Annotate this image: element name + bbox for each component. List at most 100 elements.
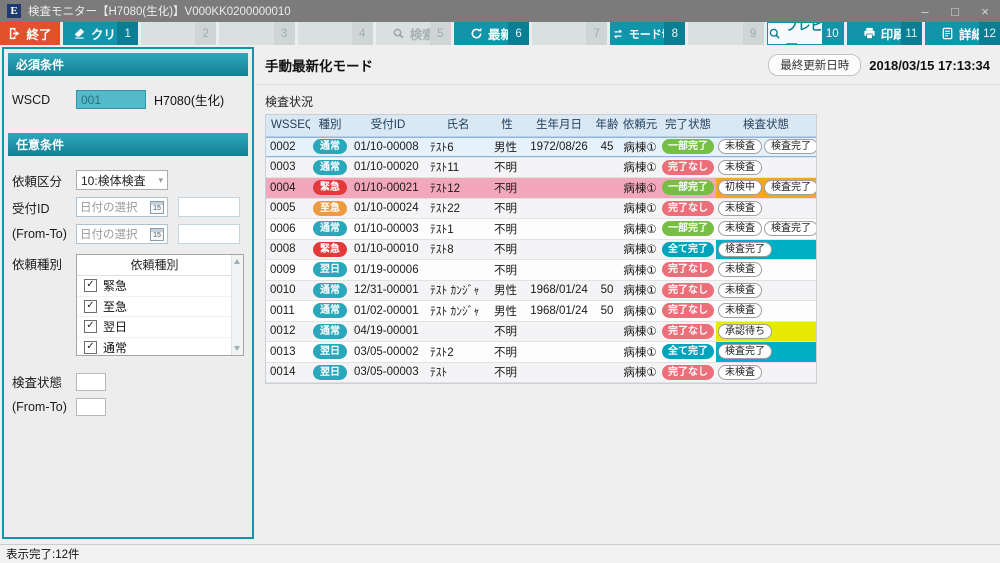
toolbar-button-refresh[interactable]: 最新6 — [454, 22, 529, 45]
patient-name: ﾃｽﾄ1 — [430, 221, 454, 237]
table-row[interactable]: 0013翌日03/05-00002ﾃｽﾄ2不明病棟①全て完了検査完了 — [266, 342, 816, 363]
table-row[interactable]: 0012通常04/19-00001不明病棟①完了なし承認待ち — [266, 322, 816, 343]
kind-badge: 緊急 — [313, 242, 347, 257]
wsseq-value: 0004 — [270, 182, 296, 194]
toolbar-button-clear[interactable]: クリア1 — [63, 22, 138, 45]
accept-id-date-to[interactable]: 日付の選択 15 — [76, 224, 168, 244]
function-key-number: 6 — [508, 22, 529, 45]
test-status-table: WSSEQ種別受付ID氏名性生年月日年齢依頼元完了状態検査状態 0002通常01… — [265, 114, 817, 384]
listbox-scrollbar[interactable] — [231, 255, 243, 355]
wsseq-value: 0009 — [270, 264, 296, 276]
accept-id-from-input[interactable] — [178, 197, 240, 217]
request-type-item[interactable]: ✓通常 — [77, 338, 232, 359]
table-row[interactable]: 0009翌日01/19-00006不明病棟①完了なし未検査 — [266, 260, 816, 281]
column-header[interactable]: 氏名 — [426, 115, 490, 136]
function-key-number: 2 — [195, 22, 216, 45]
accept-id-to-input[interactable] — [178, 224, 240, 244]
origin-value: 病棟① — [623, 159, 656, 175]
column-header[interactable]: 性 — [490, 115, 524, 136]
request-type-item[interactable]: ✓緊急 — [77, 276, 232, 297]
function-key-number: 5 — [430, 22, 451, 45]
column-header[interactable]: 依頼元 — [620, 115, 660, 136]
table-row[interactable]: 0010通常12/31-00001ﾃｽﾄ ｶﾝｼﾞｬ男性1968/01/2450… — [266, 281, 816, 302]
accept-id-value: 01/19-00006 — [354, 264, 419, 276]
minimize-icon[interactable]: – — [910, 0, 940, 22]
wsseq-value: 0012 — [270, 325, 296, 337]
table-row[interactable]: 0005至急01/10-00024ﾃｽﾄ22不明病棟①完了なし未検査 — [266, 199, 816, 220]
completion-badge: 完了なし — [662, 262, 714, 277]
completion-badge: 完了なし — [662, 303, 714, 318]
column-header[interactable]: 種別 — [310, 115, 350, 136]
request-type-item[interactable]: ✓至急 — [77, 297, 232, 318]
function-key-number: 4 — [352, 22, 373, 45]
main-area: 手動最新化モード 最終更新日時 2018/03/15 17:13:34 検査状況… — [257, 45, 1000, 545]
wscd-input[interactable]: 001 — [76, 90, 146, 109]
wsseq-value: 0008 — [270, 243, 296, 255]
print-icon — [863, 27, 876, 40]
toolbar-button-detail[interactable]: 詳細12 — [925, 22, 1000, 45]
column-header[interactable]: WSSEQ — [266, 115, 310, 136]
scroll-down-icon[interactable] — [234, 346, 240, 351]
checkbox-checked-icon[interactable]: ✓ — [84, 341, 97, 354]
table-row[interactable]: 0011通常01/02-00001ﾃｽﾄ ｶﾝｼﾞｬ男性1968/01/2450… — [266, 301, 816, 322]
request-type-list-header: 依頼種別 — [77, 255, 232, 276]
request-type-item[interactable]: ✓翌日 — [77, 317, 232, 338]
table-row[interactable]: 0004緊急01/10-00021ﾃｽﾄ12不明病棟①一部完了初検中検査完了 — [266, 178, 816, 199]
table-row[interactable]: 0003通常01/10-00020ﾃｽﾄ11不明病棟①完了なし未検査 — [266, 158, 816, 179]
calendar-icon[interactable]: 15 — [150, 228, 164, 241]
toolbar-button-preview[interactable]: プレビュー10 — [767, 22, 844, 45]
test-status-from-input[interactable] — [76, 373, 106, 391]
detail-icon — [941, 27, 954, 40]
checkbox-checked-icon[interactable]: ✓ — [84, 300, 97, 313]
status-badge: 検査完了 — [764, 180, 816, 195]
table-row[interactable]: 0008緊急01/10-00010ﾃｽﾄ8不明病棟①全て完了検査完了 — [266, 240, 816, 261]
column-header[interactable]: 年齢 — [594, 115, 620, 136]
patient-name: ﾃｽﾄ6 — [430, 139, 454, 155]
wsseq-value: 0006 — [270, 223, 296, 235]
accept-id-value: 03/05-00003 — [354, 366, 419, 378]
age-value: 45 — [601, 141, 614, 153]
column-header[interactable]: 生年月日 — [524, 115, 594, 136]
calendar-icon[interactable]: 15 — [150, 201, 164, 214]
scroll-up-icon[interactable] — [234, 259, 240, 264]
accept-id-value: 01/10-00020 — [354, 161, 419, 173]
toolbar-button-exit[interactable]: 終了 — [0, 22, 60, 45]
accept-id-fromto-label: (From-To) — [12, 227, 76, 241]
maximize-icon[interactable]: □ — [940, 0, 970, 22]
accept-id-value: 04/19-00001 — [354, 325, 419, 337]
table-row[interactable]: 0002通常01/10-00008ﾃｽﾄ6男性1972/08/2645病棟①一部… — [266, 137, 816, 158]
toolbar-button-mode-switch[interactable]: モード切替8 — [610, 22, 685, 45]
column-header[interactable]: 検査状態 — [716, 115, 816, 136]
checkbox-checked-icon[interactable]: ✓ — [84, 279, 97, 292]
wsseq-value: 0014 — [270, 366, 296, 378]
column-header[interactable]: 完了状態 — [660, 115, 716, 136]
sex-value: 不明 — [494, 221, 517, 237]
accept-id-value: 03/05-00002 — [354, 346, 419, 358]
table-row[interactable]: 0014翌日03/05-00003ﾃｽﾄ不明病棟①完了なし未検査 — [266, 363, 816, 384]
last-update-time: 2018/03/15 17:13:34 — [869, 58, 990, 73]
test-status-to-input[interactable] — [76, 398, 106, 416]
completion-badge: 一部完了 — [662, 180, 714, 195]
patient-name: ﾃｽﾄ8 — [430, 241, 454, 257]
exit-icon — [8, 27, 21, 40]
accept-id-date-from[interactable]: 日付の選択 15 — [76, 197, 168, 217]
accept-id-to-row: (From-To) 日付の選択 15 — [12, 224, 244, 244]
test-status-fromto-label: (From-To) — [12, 400, 76, 414]
accept-id-value: 01/10-00003 — [354, 223, 419, 235]
kind-badge: 通常 — [313, 221, 347, 236]
close-icon[interactable]: × — [970, 0, 1000, 22]
wsseq-value: 0005 — [270, 202, 296, 214]
patient-name: ﾃｽﾄ2 — [430, 344, 454, 360]
function-key-number: 3 — [274, 22, 295, 45]
table-row[interactable]: 0006通常01/10-00003ﾃｽﾄ1不明病棟①一部完了未検査検査完了 — [266, 219, 816, 240]
request-category-select[interactable]: 10:検体検査 ▾ — [76, 170, 168, 190]
refresh-icon — [470, 27, 483, 40]
toolbar-button-fn7: 7 — [532, 22, 607, 45]
toolbar-button-print[interactable]: 印刷11 — [847, 22, 922, 45]
completion-badge: 全て完了 — [662, 344, 714, 359]
checkbox-checked-icon[interactable]: ✓ — [84, 320, 97, 333]
search-icon — [392, 27, 405, 40]
patient-name: ﾃｽﾄ ｶﾝｼﾞｬ — [430, 282, 479, 298]
column-header[interactable]: 受付ID — [350, 115, 426, 136]
status-badge: 未検査 — [718, 139, 762, 154]
